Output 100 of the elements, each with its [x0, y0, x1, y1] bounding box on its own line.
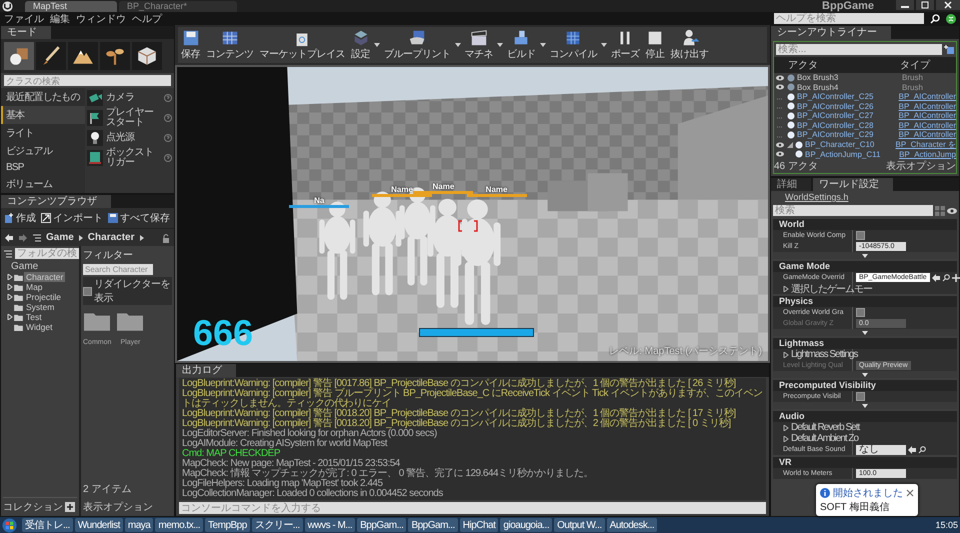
expand-arrow-icon[interactable] [862, 252, 868, 258]
search-icon[interactable] [930, 14, 940, 24]
mode-tab[interactable] [100, 42, 130, 70]
menu-item[interactable]: 編集 [50, 12, 70, 26]
category-item[interactable]: ボリューム [1, 175, 85, 193]
column-header[interactable]: タイプ [900, 58, 930, 72]
checkbox[interactable] [856, 308, 865, 317]
actor-type[interactable]: BP_ActionJump [899, 150, 956, 159]
toolbar-button[interactable]: コンテンツ [203, 29, 256, 61]
asset-search-field[interactable]: Search Character [83, 264, 153, 275]
toolbar-button[interactable]: 保存 [178, 29, 203, 61]
help-icon[interactable] [164, 134, 172, 142]
folder-search-field[interactable]: フォルダの検 [15, 248, 79, 259]
actor-name[interactable]: BP_ActionJump_C11 [805, 150, 880, 159]
outliner-search-field[interactable]: 検索... [776, 44, 942, 55]
taskbar-button[interactable]: TempBpp [205, 518, 250, 532]
expand-arrow-icon[interactable] [7, 314, 13, 320]
taskbar-button[interactable]: BppGam... [408, 518, 458, 532]
actor-class-label[interactable]: 点光源 [106, 133, 161, 143]
list-icon[interactable] [32, 232, 42, 242]
toolbar-button[interactable]: すべて保存 [108, 211, 170, 225]
add-icon[interactable] [65, 502, 75, 512]
forward-arrow-icon[interactable] [18, 232, 28, 242]
tree-list-icon[interactable] [3, 248, 13, 258]
eye-icon[interactable] [776, 74, 784, 82]
folder-tree-item[interactable]: Test [24, 312, 44, 322]
folder-tree-item[interactable]: Game [3, 261, 77, 272]
source-link[interactable]: WorldSettings.h [771, 191, 959, 203]
folder-tree-item[interactable]: Widget [24, 322, 54, 332]
add-folder-icon[interactable] [944, 44, 954, 54]
taskbar-button[interactable]: 受信トレ... [22, 518, 73, 532]
actor-class-label[interactable]: カメラ [106, 93, 161, 103]
category-item[interactable]: 最近配置したもの [1, 88, 85, 106]
actor-name[interactable]: BP_AIController_C27 [797, 111, 874, 120]
taskbar-button[interactable]: gioaugoia... [500, 518, 552, 532]
actor-type[interactable]: BP_Character を [896, 139, 956, 150]
actor-name[interactable]: BP_AIController_C25 [797, 92, 874, 102]
expand-arrow-icon[interactable] [862, 372, 868, 378]
section-header[interactable]: World [773, 219, 957, 230]
taskbar-button[interactable]: Output W... [554, 518, 605, 532]
toolbar-button[interactable]: マチネ [462, 29, 496, 61]
minimize-icon[interactable] [896, 0, 914, 10]
path-crumb[interactable]: Game [46, 232, 74, 243]
expand-arrow-icon[interactable] [862, 330, 868, 336]
expand-arrow-icon[interactable] [783, 286, 789, 292]
checkbox[interactable] [83, 286, 92, 296]
search-icon[interactable] [918, 446, 926, 454]
panel-tab[interactable]: コンテンツブラウザ [1, 195, 111, 208]
section-header[interactable]: Game Mode [773, 261, 957, 272]
toolbar-button[interactable]: マーケットプレイス [256, 29, 348, 61]
toolbar-button[interactable]: 抜け出す [668, 29, 712, 61]
taskbar-button[interactable]: HipChat [460, 518, 498, 532]
actor-name[interactable]: BP_AIController_C28 [797, 120, 874, 130]
mode-tab[interactable] [4, 42, 34, 70]
expand-arrow-icon[interactable] [862, 402, 868, 408]
panel-tab[interactable]: ワールド設定 [813, 178, 893, 191]
folder-tree-item[interactable]: Map [24, 282, 45, 292]
details-search-field[interactable]: 検索 [773, 205, 933, 216]
section-header[interactable]: Physics [773, 296, 957, 307]
help-icon[interactable] [164, 94, 172, 102]
section-header[interactable]: Audio [773, 411, 957, 422]
category-item[interactable]: ライト [1, 124, 85, 142]
folder-tree-item[interactable]: Projectile [24, 292, 63, 302]
expand-arrow-icon[interactable] [7, 294, 13, 300]
collapse-arrow-icon[interactable] [787, 142, 793, 148]
dropdown[interactable]: なし [856, 444, 906, 454]
actor-name[interactable]: Box Brush3 [797, 73, 838, 82]
taskbar-button[interactable]: スクリー... [252, 518, 303, 532]
collections-header[interactable]: コレクション [3, 500, 63, 514]
category-item[interactable]: BSP [1, 160, 85, 175]
checkbox[interactable] [856, 231, 865, 240]
close-icon[interactable] [906, 489, 914, 497]
actor-class-label[interactable]: ボックストリガー [106, 148, 161, 168]
folder-tree-item[interactable]: Character [24, 272, 66, 282]
taskbar-button[interactable]: memo.tx... [155, 518, 204, 532]
menu-item[interactable]: ヘルプ [132, 12, 162, 26]
toolbar-button[interactable]: ビルド [504, 29, 538, 61]
panel-tab[interactable]: モード [1, 26, 51, 39]
folder-icon[interactable] [117, 311, 144, 331]
eye-icon[interactable] [776, 83, 784, 92]
panel-tab[interactable]: 出力ログ [176, 364, 236, 377]
expand-arrow-icon[interactable] [783, 352, 789, 358]
taskbar-button[interactable]: Autodesk... [606, 518, 658, 532]
toolbar-button[interactable]: ポーズ [608, 29, 642, 61]
menu-item[interactable]: ファイル [4, 12, 44, 26]
toolbar-button[interactable]: 停止 [642, 29, 668, 61]
filter-dropdown[interactable]: フィルター [83, 248, 133, 262]
mode-tab[interactable] [36, 42, 66, 70]
mode-tab[interactable] [68, 42, 98, 70]
back-arrow-icon[interactable] [4, 232, 14, 242]
actor-class-label[interactable]: プレイヤースタート [106, 108, 161, 128]
help-icon[interactable] [164, 154, 172, 162]
panel-tab[interactable]: シーンアウトライナー [771, 26, 891, 39]
expand-arrow-icon[interactable] [7, 274, 13, 280]
taskbar-button[interactable]: wwvs - M... [304, 518, 356, 532]
view-options-button[interactable]: 表示オプション [83, 500, 153, 514]
eye-icon[interactable] [947, 206, 957, 216]
path-crumb[interactable]: Character [88, 232, 134, 243]
plus-icon[interactable] [952, 274, 960, 282]
mode-tab[interactable] [132, 42, 162, 70]
